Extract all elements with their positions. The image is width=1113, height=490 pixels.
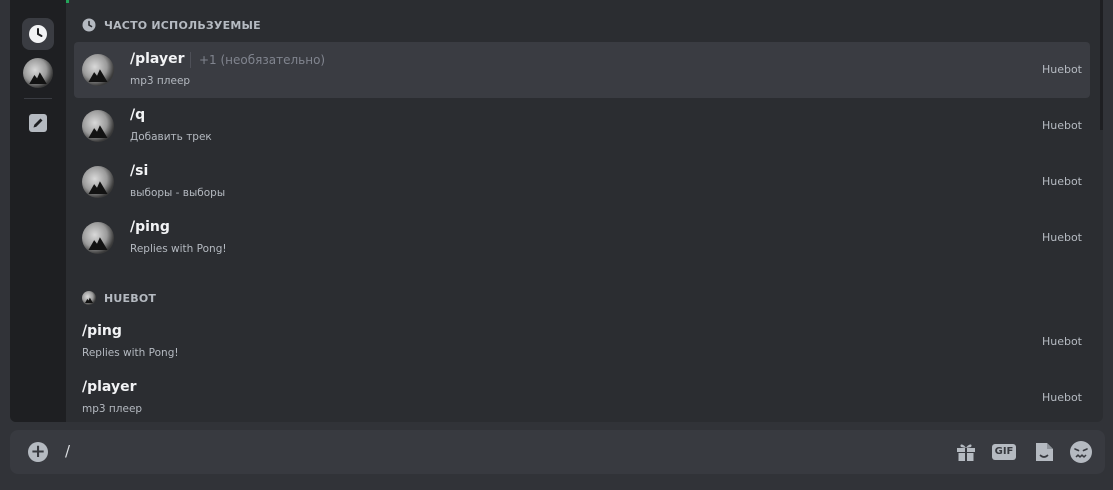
section-title: ЧАСТО ИСПОЛЬЗУЕМЫЕ — [104, 18, 261, 32]
command-row-q[interactable]: /q Добавить трек Huebot — [74, 98, 1090, 154]
command-name: /player — [130, 51, 185, 67]
command-description: Replies with Pong! — [130, 243, 227, 255]
command-name: /ping — [130, 219, 170, 235]
command-description: выборы - выборы — [130, 187, 226, 199]
emoji-button[interactable] — [1069, 440, 1093, 464]
command-description: Добавить трек — [130, 131, 212, 143]
command-row-ping[interactable]: /ping Replies with Pong! Huebot — [74, 210, 1090, 266]
bot-avatar — [23, 58, 53, 88]
command-app-name: Huebot — [1041, 175, 1082, 188]
command-row-player[interactable]: /player +1 (необязательно) mp3 плеер Hue… — [74, 42, 1090, 98]
gif-button[interactable]: GIF — [991, 440, 1017, 464]
command-app-name: Huebot — [1041, 119, 1082, 132]
message-input-bar: + / GIF — [10, 430, 1105, 474]
command-description: mp3 плеер — [82, 403, 143, 415]
gift-button[interactable] — [954, 440, 978, 464]
attach-plus-button[interactable]: + — [28, 442, 48, 462]
command-app-name: Huebot — [1041, 63, 1082, 76]
clock-icon — [82, 18, 96, 32]
command-description: mp3 плеер — [130, 75, 191, 87]
command-app-name: Huebot — [1041, 335, 1082, 348]
section-header-huebot: HUEBOT — [82, 288, 156, 308]
command-autocomplete-popup: ЧАСТО ИСПОЛЬЗУЕМЫЕ /player +1 (необязате… — [10, 0, 1103, 422]
category-rail — [10, 0, 66, 422]
section-title: HUEBOT — [104, 291, 157, 305]
emoji-icon — [1070, 441, 1092, 463]
bot-avatar — [82, 54, 114, 86]
recent-category-button[interactable] — [22, 18, 54, 50]
command-app-name: Huebot — [1041, 391, 1082, 404]
command-row-si[interactable]: /si выборы - выборы Huebot — [74, 154, 1090, 210]
sticker-icon — [1036, 443, 1053, 461]
scrollbar[interactable] — [1100, 0, 1103, 130]
app-command-row-ping[interactable]: /ping Replies with Pong! Huebot — [74, 314, 1090, 370]
command-option-hint: +1 (необязательно) — [190, 52, 325, 68]
command-description: Replies with Pong! — [82, 347, 179, 359]
rail-divider — [24, 98, 52, 99]
sticker-button[interactable] — [1032, 440, 1056, 464]
bot-avatar — [82, 222, 114, 254]
section-header-frequent: ЧАСТО ИСПОЛЬЗУЕМЫЕ — [82, 15, 261, 35]
plus-icon: + — [30, 441, 46, 462]
pencil-icon — [29, 114, 47, 132]
command-name: /ping — [82, 323, 122, 339]
bot-avatar — [82, 291, 96, 305]
bot-avatar — [82, 166, 114, 198]
command-name: /q — [130, 107, 146, 123]
edit-category-button[interactable] — [22, 107, 54, 139]
gift-icon — [957, 444, 975, 461]
message-input[interactable]: / — [65, 442, 70, 460]
gif-icon: GIF — [991, 444, 1017, 460]
bot-avatar — [82, 110, 114, 142]
clock-icon — [29, 25, 47, 43]
command-name: /player — [82, 379, 137, 395]
command-list: ЧАСТО ИСПОЛЬЗУЕМЫЕ /player +1 (необязате… — [66, 0, 1103, 422]
app-command-row-player[interactable]: /player mp3 плеер Huebot — [74, 370, 1090, 422]
huebot-category-button[interactable] — [22, 57, 54, 89]
command-name: /si — [130, 163, 149, 179]
command-app-name: Huebot — [1041, 231, 1082, 244]
